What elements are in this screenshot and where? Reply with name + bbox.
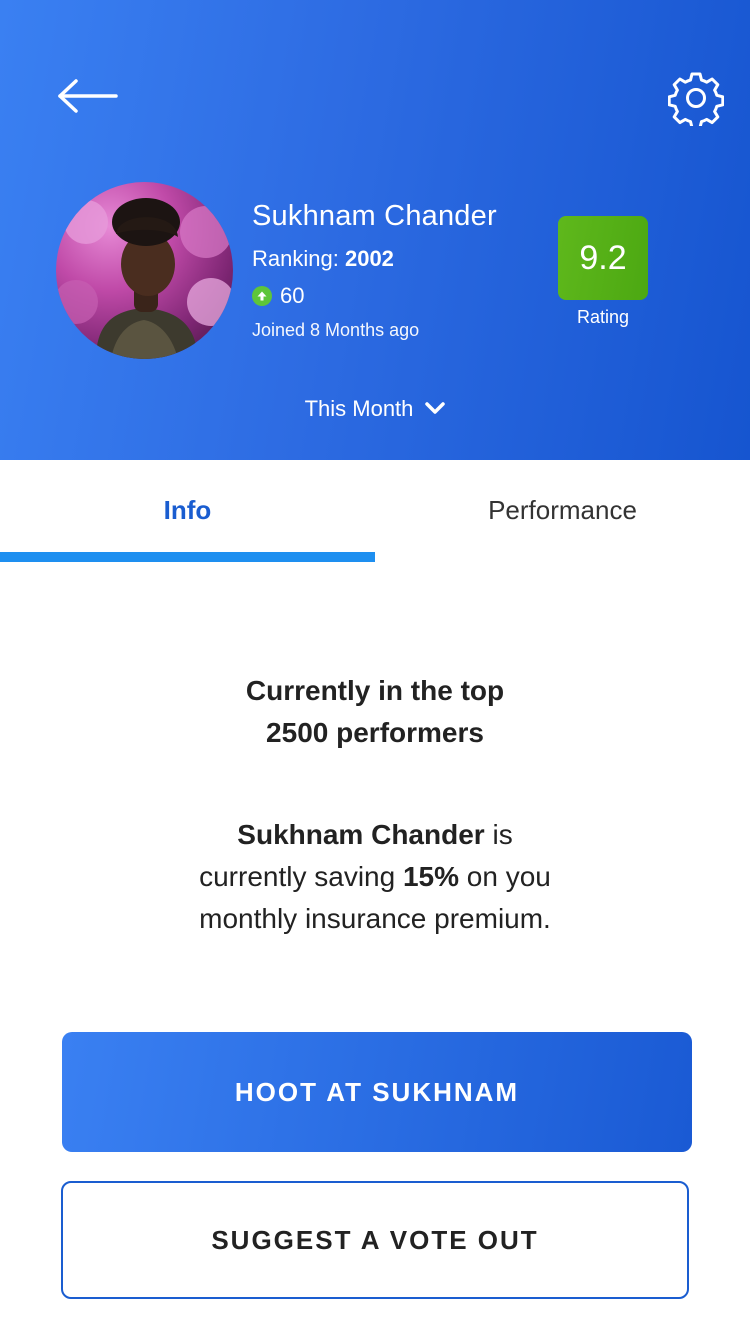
profile-header: Sukhnam Chander Ranking: 2002 60 Joined … bbox=[0, 0, 750, 460]
profile-points: 60 bbox=[252, 283, 304, 309]
suggest-vote-out-button[interactable]: SUGGEST A VOTE OUT bbox=[61, 1181, 689, 1299]
saving-pre: currently saving bbox=[199, 861, 403, 892]
rating-label: Rating bbox=[576, 307, 630, 327]
saving-is: is bbox=[484, 819, 513, 850]
saving-line-1: Sukhnam Chander is bbox=[0, 814, 750, 856]
profile-name: Sukhnam Chander bbox=[252, 200, 497, 232]
avatar bbox=[56, 182, 233, 359]
top-performers-text: Currently in the top 2500 performers bbox=[0, 670, 750, 754]
ranking-value: 2002 bbox=[344, 246, 394, 271]
profile-ranking: Ranking: 2002 bbox=[252, 246, 394, 272]
saving-name: Sukhnam Chander bbox=[237, 819, 485, 850]
top-line-2: 2500 performers bbox=[266, 717, 484, 748]
tab-active-indicator bbox=[0, 552, 375, 562]
saving-percent: 15% bbox=[402, 861, 460, 892]
saving-text: Sukhnam Chander is currently saving 15% … bbox=[0, 814, 750, 940]
arrow-up-circle-icon bbox=[252, 286, 272, 306]
chevron-down-icon bbox=[425, 402, 446, 416]
saving-line-2: currently saving 15% on you bbox=[0, 856, 750, 898]
hoot-button[interactable]: HOOT AT SUKHNAM bbox=[62, 1032, 692, 1152]
settings-button[interactable] bbox=[667, 70, 725, 130]
saving-line-3: monthly insurance premium. bbox=[199, 903, 551, 934]
tab-bar: Info Performance bbox=[0, 460, 750, 562]
period-label: This Month bbox=[304, 396, 414, 421]
back-button[interactable] bbox=[56, 74, 122, 118]
period-selector[interactable]: This Month bbox=[0, 396, 750, 422]
tab-performance[interactable]: Performance bbox=[375, 460, 750, 560]
joined-date: Joined 8 Months ago bbox=[252, 320, 420, 340]
points-value: 60 bbox=[280, 283, 305, 308]
saving-post: on you bbox=[459, 861, 551, 892]
rating-badge: 9.2 bbox=[558, 216, 648, 300]
ranking-label: Ranking: bbox=[252, 246, 339, 271]
arrow-left-icon bbox=[58, 79, 118, 113]
top-line-1: Currently in the top bbox=[245, 675, 505, 706]
gear-icon bbox=[667, 72, 725, 130]
tab-info[interactable]: Info bbox=[0, 460, 375, 560]
avatar-photo bbox=[56, 198, 233, 359]
